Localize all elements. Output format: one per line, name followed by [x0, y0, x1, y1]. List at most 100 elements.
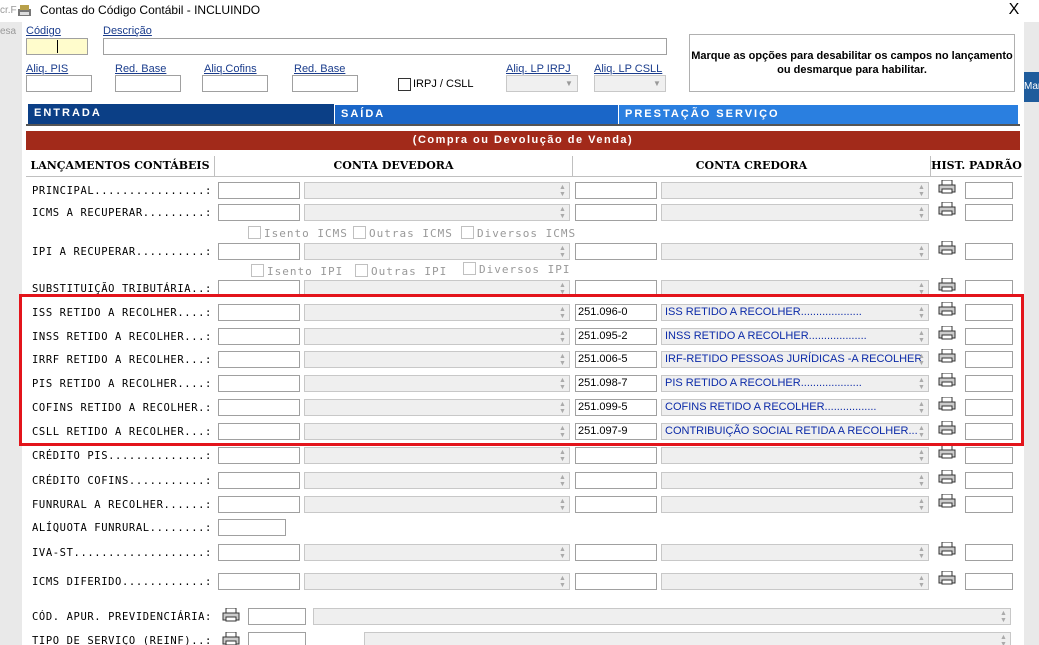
credit-code-credcofins[interactable] [575, 472, 657, 489]
desc-tiposerv[interactable]: ▲ ▼ [364, 632, 1011, 645]
title-bar: Contas do Código Contábil - INCLUINDO X [0, 0, 1039, 22]
aliq-lp-irpj-label: Aliq. LP IRPJ [506, 63, 571, 75]
row-label-funrural: FUNRURAL A RECOLHER......: [32, 499, 212, 511]
credit-desc-icmsdif[interactable]: ▲ ▼ [661, 573, 929, 590]
header-divider [26, 176, 1022, 177]
credit-desc-credcofins[interactable]: ▲ ▼ [661, 472, 929, 489]
red-base-cofins-input[interactable] [292, 75, 358, 92]
credit-desc-ivast[interactable]: ▲ ▼ [661, 544, 929, 561]
debit-code-icms[interactable] [218, 204, 300, 221]
spinner-icon: ▲ ▼ [1000, 610, 1007, 624]
hist-padrao-funrural[interactable] [965, 496, 1013, 513]
row-label-ivast: IVA-ST...................: [32, 547, 212, 559]
debit-desc-ivast[interactable]: ▲ ▼ [304, 544, 570, 561]
credit-code-icmsdif[interactable] [575, 573, 657, 590]
tab-saida[interactable]: SAÍDA [335, 105, 618, 125]
printer-icon[interactable] [938, 469, 956, 484]
hist-padrao-credcofins[interactable] [965, 472, 1013, 489]
credit-desc-icms[interactable]: ▲ ▼ [661, 204, 929, 221]
spinner-icon: ▲ ▼ [559, 449, 566, 463]
printer-icon[interactable] [938, 444, 956, 459]
debit-desc-principal[interactable]: ▲ ▼ [304, 182, 570, 199]
debit-desc-icmsdif[interactable]: ▲ ▼ [304, 573, 570, 590]
hist-padrao-principal[interactable] [965, 182, 1013, 199]
debit-desc-funrural[interactable]: ▲ ▼ [304, 496, 570, 513]
credit-desc-principal[interactable]: ▲ ▼ [661, 182, 929, 199]
background-window-right [1024, 22, 1039, 645]
outras-ipi-checkbox[interactable] [355, 264, 368, 277]
irpj-csll-checkbox[interactable] [398, 78, 411, 91]
isento-ipi-checkbox[interactable] [251, 264, 264, 277]
hist-padrao-ivast[interactable] [965, 544, 1013, 561]
debit-code-credpis[interactable] [218, 447, 300, 464]
outras-ipi-label: Outras IPI [371, 265, 448, 278]
spinner-icon: ▲ ▼ [918, 245, 925, 259]
debit-desc-ipi[interactable]: ▲ ▼ [304, 243, 570, 260]
aliq-lp-csll-select[interactable]: ▼ [594, 75, 666, 92]
desc-codapur[interactable]: ▲ ▼ [313, 608, 1011, 625]
debit-desc-icms[interactable]: ▲ ▼ [304, 204, 570, 221]
hist-padrao-credpis[interactable] [965, 447, 1013, 464]
spinner-icon: ▲ ▼ [918, 474, 925, 488]
isento-icms-checkbox[interactable] [248, 226, 261, 239]
printer-icon[interactable] [938, 240, 956, 255]
spinner-icon: ▲ ▼ [918, 546, 925, 560]
app-icon [18, 5, 31, 16]
credit-code-icms[interactable] [575, 204, 657, 221]
credit-code-ivast[interactable] [575, 544, 657, 561]
aliq-pis-input[interactable] [26, 75, 92, 92]
codigo-label: Código [26, 25, 61, 37]
col-conta-credora: CONTA CREDORA [572, 156, 930, 176]
printer-icon[interactable] [938, 201, 956, 216]
col-conta-devedora: CONTA DEVEDORA [214, 156, 572, 176]
aliq-lp-csll-label: Aliq. LP CSLL [594, 63, 663, 75]
codigo-input[interactable] [26, 38, 88, 55]
hist-padrao-ipi[interactable] [965, 243, 1013, 260]
debit-desc-credcofins[interactable]: ▲ ▼ [304, 472, 570, 489]
red-base-pis-input[interactable] [115, 75, 181, 92]
descricao-input[interactable] [103, 38, 667, 55]
outras-icms-checkbox[interactable] [353, 226, 366, 239]
printer-icon[interactable] [938, 570, 956, 585]
debit-code-funrural[interactable] [218, 496, 300, 513]
credit-desc-ipi[interactable]: ▲ ▼ [661, 243, 929, 260]
credit-code-ipi[interactable] [575, 243, 657, 260]
credit-code-funrural[interactable] [575, 496, 657, 513]
red-base-pis-label: Red. Base [115, 63, 167, 75]
diversos-icms-checkbox[interactable] [461, 226, 474, 239]
tab-prestacao-servico[interactable]: PRESTAÇÃO SERVIÇO [619, 105, 1018, 125]
diversos-icms-label: Diversos ICMS [477, 227, 577, 240]
printer-icon[interactable] [938, 277, 956, 292]
code-codapur[interactable] [248, 608, 306, 625]
credit-desc-funrural[interactable]: ▲ ▼ [661, 496, 929, 513]
spinner-icon: ▲ ▼ [559, 498, 566, 512]
highlight-box [19, 294, 1024, 446]
printer-icon[interactable] [222, 631, 240, 645]
credit-code-principal[interactable] [575, 182, 657, 199]
debit-code-credcofins[interactable] [218, 472, 300, 489]
credit-code-credpis[interactable] [575, 447, 657, 464]
debit-code-icmsdif[interactable] [218, 573, 300, 590]
aliq-cofins-label: Aliq.Cofins [204, 63, 257, 75]
debit-desc-credpis[interactable]: ▲ ▼ [304, 447, 570, 464]
printer-icon[interactable] [938, 179, 956, 194]
bg-text: cr.F [0, 5, 17, 16]
diversos-ipi-checkbox[interactable] [463, 262, 476, 275]
aliquota-funrural-input[interactable] [218, 519, 286, 536]
debit-code-principal[interactable] [218, 182, 300, 199]
aliq-cofins-input[interactable] [202, 75, 268, 92]
spinner-icon: ▲ ▼ [559, 546, 566, 560]
code-tiposerv[interactable] [248, 632, 306, 645]
aliq-lp-irpj-select[interactable]: ▼ [506, 75, 578, 92]
credit-desc-credpis[interactable]: ▲ ▼ [661, 447, 929, 464]
red-base-cofins-label: Red. Base [294, 63, 346, 75]
close-button[interactable]: X [1004, 0, 1024, 20]
hist-padrao-icmsdif[interactable] [965, 573, 1013, 590]
hist-padrao-icms[interactable] [965, 204, 1013, 221]
tab-entrada[interactable]: ENTRADA [28, 104, 334, 124]
printer-icon[interactable] [222, 607, 240, 622]
debit-code-ipi[interactable] [218, 243, 300, 260]
printer-icon[interactable] [938, 541, 956, 556]
debit-code-ivast[interactable] [218, 544, 300, 561]
printer-icon[interactable] [938, 493, 956, 508]
